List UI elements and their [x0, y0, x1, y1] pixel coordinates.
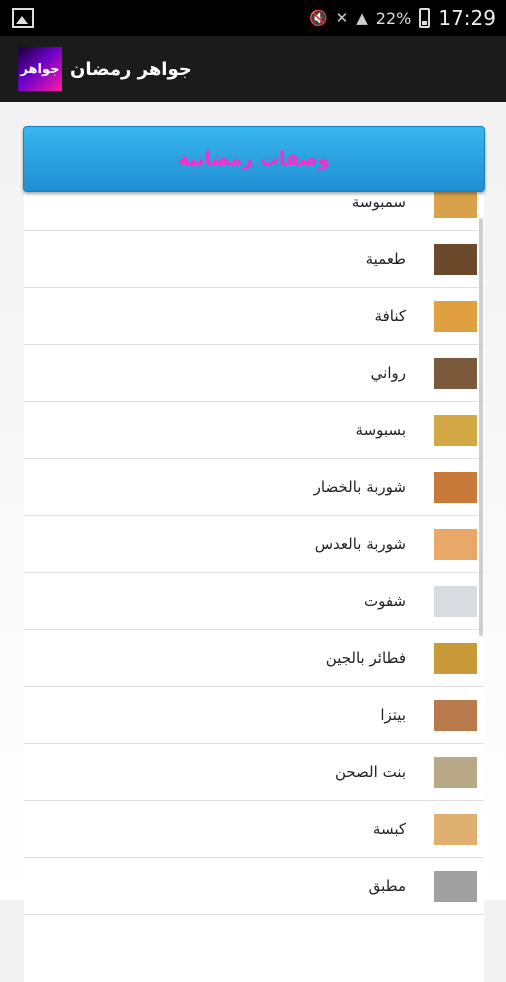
- recipe-list-item[interactable]: كبسة: [24, 801, 484, 858]
- header-label: وصفات رمضانية: [178, 148, 330, 170]
- recipe-thumbnail: [434, 529, 477, 560]
- scrollbar[interactable]: [479, 218, 483, 636]
- recipe-thumbnail: [434, 586, 477, 617]
- recipe-list-item[interactable]: مطبق: [24, 858, 484, 915]
- recipe-label: رواني: [370, 364, 406, 382]
- recipe-thumbnail: [434, 192, 477, 218]
- recipe-list-item[interactable]: رواني: [24, 345, 484, 402]
- app-title: جواهر رمضان: [70, 58, 192, 80]
- recipe-label: بيتزا: [380, 706, 406, 724]
- status-left: [12, 8, 34, 28]
- recipe-list-item[interactable]: شفوت: [24, 573, 484, 630]
- battery-percentage: 22%: [375, 8, 412, 28]
- mute-icon: 🔇: [308, 8, 328, 27]
- recipe-thumbnail: [434, 700, 477, 731]
- recipe-list-item[interactable]: كنافة: [24, 288, 484, 345]
- wifi-off-icon: ✕: [335, 8, 349, 27]
- app-logo-icon[interactable]: جواهر: [18, 47, 62, 91]
- recipe-thumbnail: [434, 643, 477, 674]
- recipe-thumbnail: [434, 871, 477, 902]
- recipe-thumbnail: [434, 757, 477, 788]
- recipe-label: كنافة: [374, 307, 406, 325]
- recipe-list-item[interactable]: فطائر بالجين: [24, 630, 484, 687]
- gallery-icon: [12, 8, 34, 28]
- status-right: 🔇 ✕ ▲ 22% 17:29: [309, 6, 496, 30]
- recipe-thumbnail: [434, 472, 477, 503]
- battery-icon: [419, 8, 431, 28]
- recipe-label: بنت الصحن: [334, 763, 406, 781]
- recipe-list-item[interactable]: شوربة بالخضار: [24, 459, 484, 516]
- recipe-list-item[interactable]: طعمية: [24, 231, 484, 288]
- content-area: سمبوسة طعمية كنافة رواني بسبوسة شوربة بالخضار…: [0, 102, 506, 982]
- recipe-thumbnail: [434, 244, 477, 275]
- recipe-thumbnail: [434, 358, 477, 389]
- status-bar: 🔇 ✕ ▲ 22% 17:29: [0, 0, 506, 36]
- recipe-label: شوربة بالعدس: [314, 535, 406, 553]
- recipe-label: شوربة بالخضار: [313, 478, 406, 496]
- recipe-thumbnail: [434, 415, 477, 446]
- recipe-label: فطائر بالجين: [325, 649, 406, 667]
- recipe-label: شفوت: [363, 592, 406, 610]
- clock: 17:29: [438, 6, 496, 30]
- recipe-list-item[interactable]: سمبوسة: [24, 192, 484, 231]
- recipe-label: بسبوسة: [355, 421, 406, 439]
- signal-icon: ▲: [356, 8, 368, 27]
- app-logo-text: جواهر: [20, 61, 60, 77]
- app-bar: جواهر جواهر رمضان: [0, 36, 506, 102]
- recipe-list-item[interactable]: شوربة بالعدس: [24, 516, 484, 573]
- recipe-thumbnail: [434, 814, 477, 845]
- recipe-list-item[interactable]: بيتزا: [24, 687, 484, 744]
- recipe-label: طعمية: [365, 250, 406, 268]
- recipe-list[interactable]: سمبوسة طعمية كنافة رواني بسبوسة شوربة بالخضار…: [24, 192, 484, 982]
- recipes-header-button[interactable]: وصفات رمضانية: [23, 126, 485, 192]
- recipe-label: سمبوسة: [351, 193, 406, 211]
- recipe-label: كبسة: [372, 820, 406, 838]
- recipe-list-item[interactable]: بنت الصحن: [24, 744, 484, 801]
- recipe-thumbnail: [434, 301, 477, 332]
- recipe-label: مطبق: [368, 877, 406, 895]
- recipe-list-item[interactable]: بسبوسة: [24, 402, 484, 459]
